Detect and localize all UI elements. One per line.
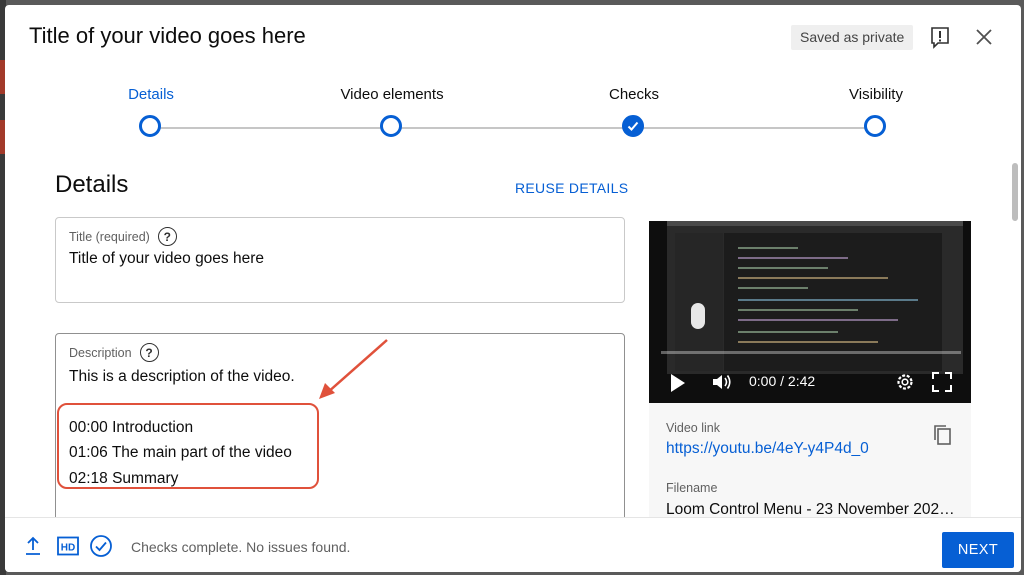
code-line xyxy=(738,309,858,311)
feedback-button[interactable] xyxy=(926,24,954,52)
video-link[interactable]: https://youtu.be/4eY-y4P4d_0 xyxy=(666,440,869,458)
check-icon xyxy=(627,121,639,131)
step-indicator xyxy=(139,115,161,137)
help-icon[interactable]: ? xyxy=(157,227,177,246)
title-label-text: Title (required) xyxy=(69,229,150,244)
description-field-label: Description ? xyxy=(69,343,159,362)
dialog-footer: HD Checks complete. No issues found. NEX… xyxy=(5,517,1021,572)
video-progress-bar[interactable] xyxy=(661,351,961,354)
close-icon xyxy=(976,29,992,45)
video-preview-panel: 0:00 / 2:42 Video link https://youtu.be/… xyxy=(649,221,971,517)
filename-value: Loom Control Menu - 23 November 202… xyxy=(666,501,955,517)
fullscreen-icon[interactable] xyxy=(931,371,953,393)
video-time: 0:00 / 2:42 xyxy=(749,373,816,389)
code-line xyxy=(738,287,808,289)
next-button[interactable]: NEXT xyxy=(942,532,1014,568)
step-indicator xyxy=(864,115,886,137)
code-line xyxy=(738,257,848,259)
step-label: Details xyxy=(128,86,174,103)
details-content: Details REUSE DETAILS Title (required) ?… xyxy=(5,155,1021,517)
dialog-title: Title of your video goes here xyxy=(29,23,306,48)
step-indicator xyxy=(380,115,402,137)
scrollbar[interactable] xyxy=(1012,163,1018,221)
checks-status-text: Checks complete. No issues found. xyxy=(131,539,351,555)
annotation-arrow-icon xyxy=(319,339,388,399)
play-icon[interactable] xyxy=(669,373,687,393)
dialog-header: Title of your video goes here Saved as p… xyxy=(5,5,1021,67)
step-indicator xyxy=(622,115,644,137)
upload-dialog: Title of your video goes here Saved as p… xyxy=(5,5,1021,572)
code-line xyxy=(738,341,878,343)
help-icon[interactable]: ? xyxy=(139,343,159,362)
title-value: Title of your video goes here xyxy=(69,250,265,267)
code-line xyxy=(738,247,798,249)
code-line xyxy=(738,267,828,269)
settings-icon[interactable] xyxy=(894,371,916,393)
hd-icon[interactable]: HD xyxy=(57,536,79,556)
step-label: Checks xyxy=(608,86,660,103)
section-heading: Details xyxy=(55,171,129,198)
close-button[interactable] xyxy=(970,23,998,51)
description-line: This is a description of the video. xyxy=(69,368,295,385)
video-link-label: Video link xyxy=(666,421,720,435)
flag-icon xyxy=(931,27,949,49)
code-line xyxy=(738,331,838,333)
step-label: Video elements xyxy=(340,86,444,103)
step-label: Visibility xyxy=(849,86,903,103)
check-circle-icon[interactable] xyxy=(89,534,113,558)
video-frame-widget xyxy=(691,303,705,329)
volume-icon[interactable] xyxy=(711,372,733,392)
video-frame-bar xyxy=(667,221,963,226)
step-details[interactable]: Details xyxy=(81,85,221,137)
description-label-text: Description xyxy=(69,345,132,360)
upload-icon[interactable] xyxy=(25,536,41,556)
timestamps-highlight xyxy=(57,403,319,489)
step-video-elements[interactable]: Video elements xyxy=(322,85,462,137)
video-player[interactable]: 0:00 / 2:42 xyxy=(649,221,971,403)
copy-icon[interactable] xyxy=(931,423,953,447)
step-visibility[interactable]: Visibility xyxy=(806,85,946,137)
upload-stepper: Details Video elements Checks Visibility xyxy=(5,85,1021,145)
step-checks[interactable]: Checks xyxy=(564,85,704,137)
reuse-details-button[interactable]: REUSE DETAILS xyxy=(515,180,628,196)
code-line xyxy=(738,319,898,321)
svg-text:HD: HD xyxy=(61,543,75,554)
title-field-label: Title (required) ? xyxy=(69,227,177,246)
saved-status-badge: Saved as private xyxy=(791,25,914,50)
stepper-track xyxy=(151,127,875,129)
code-line xyxy=(738,277,888,279)
title-input[interactable]: Title (required) ? Title of your video g… xyxy=(55,217,625,303)
filename-label: Filename xyxy=(666,481,718,495)
code-line xyxy=(738,299,918,301)
